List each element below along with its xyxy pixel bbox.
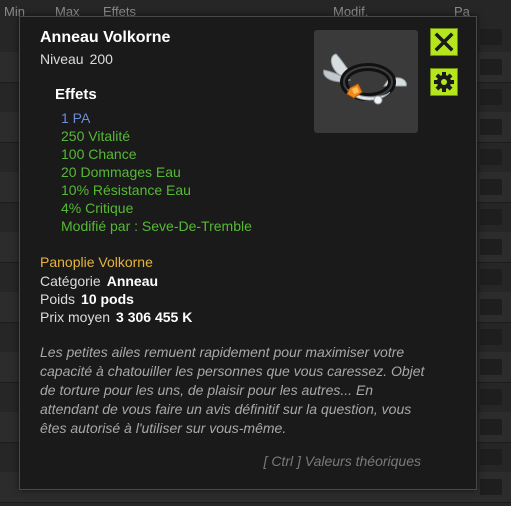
price-row: Prix moyen 3 306 455 K [40, 308, 192, 326]
weight-label: Poids [40, 291, 76, 307]
gear-icon [434, 72, 454, 92]
effect-pa: 1 PA [61, 110, 91, 126]
table-cell [480, 179, 502, 195]
close-icon [434, 32, 454, 52]
table-cell [480, 119, 502, 135]
category-label: Catégorie [40, 273, 101, 289]
ring-icon [323, 53, 407, 105]
effect-dommages-eau: 20 Dommages Eau [61, 164, 181, 180]
table-cell [480, 149, 502, 165]
effect-chance: 100 Chance [61, 146, 137, 162]
table-cell [480, 59, 502, 75]
item-meta: Catégorie Anneau Poids 10 pods Prix moyen 3… [40, 272, 192, 326]
effect-modifie-par: Modifié par : Seve-De-Tremble [61, 218, 252, 234]
table-cell [480, 29, 502, 45]
item-description: Les petites ailes remuent rapidement pou… [40, 344, 425, 436]
table-cell [480, 269, 502, 285]
level-value: 200 [89, 51, 113, 67]
weight-row: Poids 10 pods [40, 290, 192, 308]
item-name: Anneau Volkorne [40, 29, 171, 46]
effect-vitalite: 250 Vitalité [61, 128, 131, 144]
table-cell [480, 329, 502, 345]
category-row: Catégorie Anneau [40, 272, 192, 290]
panoplie-link[interactable]: Panoplie Volkorne [40, 254, 153, 270]
price-value: 3 306 455 K [116, 309, 193, 325]
item-image [314, 30, 418, 133]
item-level: Niveau 200 [40, 51, 113, 67]
table-cell [480, 419, 502, 435]
settings-button[interactable] [430, 68, 458, 96]
effects-list: 1 PA 250 Vitalité 100 Chance 20 Dommages… [61, 109, 252, 235]
effects-title: Effets [55, 86, 97, 103]
table-cell [480, 479, 502, 495]
item-tooltip: Anneau Volkorne Niveau 200 Effets 1 PA 2… [19, 16, 477, 490]
ctrl-hint: [ Ctrl ] Valeurs théoriques [263, 453, 421, 469]
table-cell [480, 209, 502, 225]
effect-resistance-eau: 10% Résistance Eau [61, 182, 191, 198]
table-cell [480, 359, 502, 375]
price-label: Prix moyen [40, 309, 111, 325]
close-button[interactable] [430, 28, 458, 56]
table-cell [480, 89, 502, 105]
weight-value: 10 pods [81, 291, 134, 307]
table-cell [480, 239, 502, 255]
level-label: Niveau [40, 51, 84, 67]
effect-critique: 4% Critique [61, 200, 134, 216]
category-value: Anneau [106, 273, 159, 289]
table-cell [480, 449, 502, 465]
table-cell [480, 299, 502, 315]
table-cell [480, 389, 502, 405]
